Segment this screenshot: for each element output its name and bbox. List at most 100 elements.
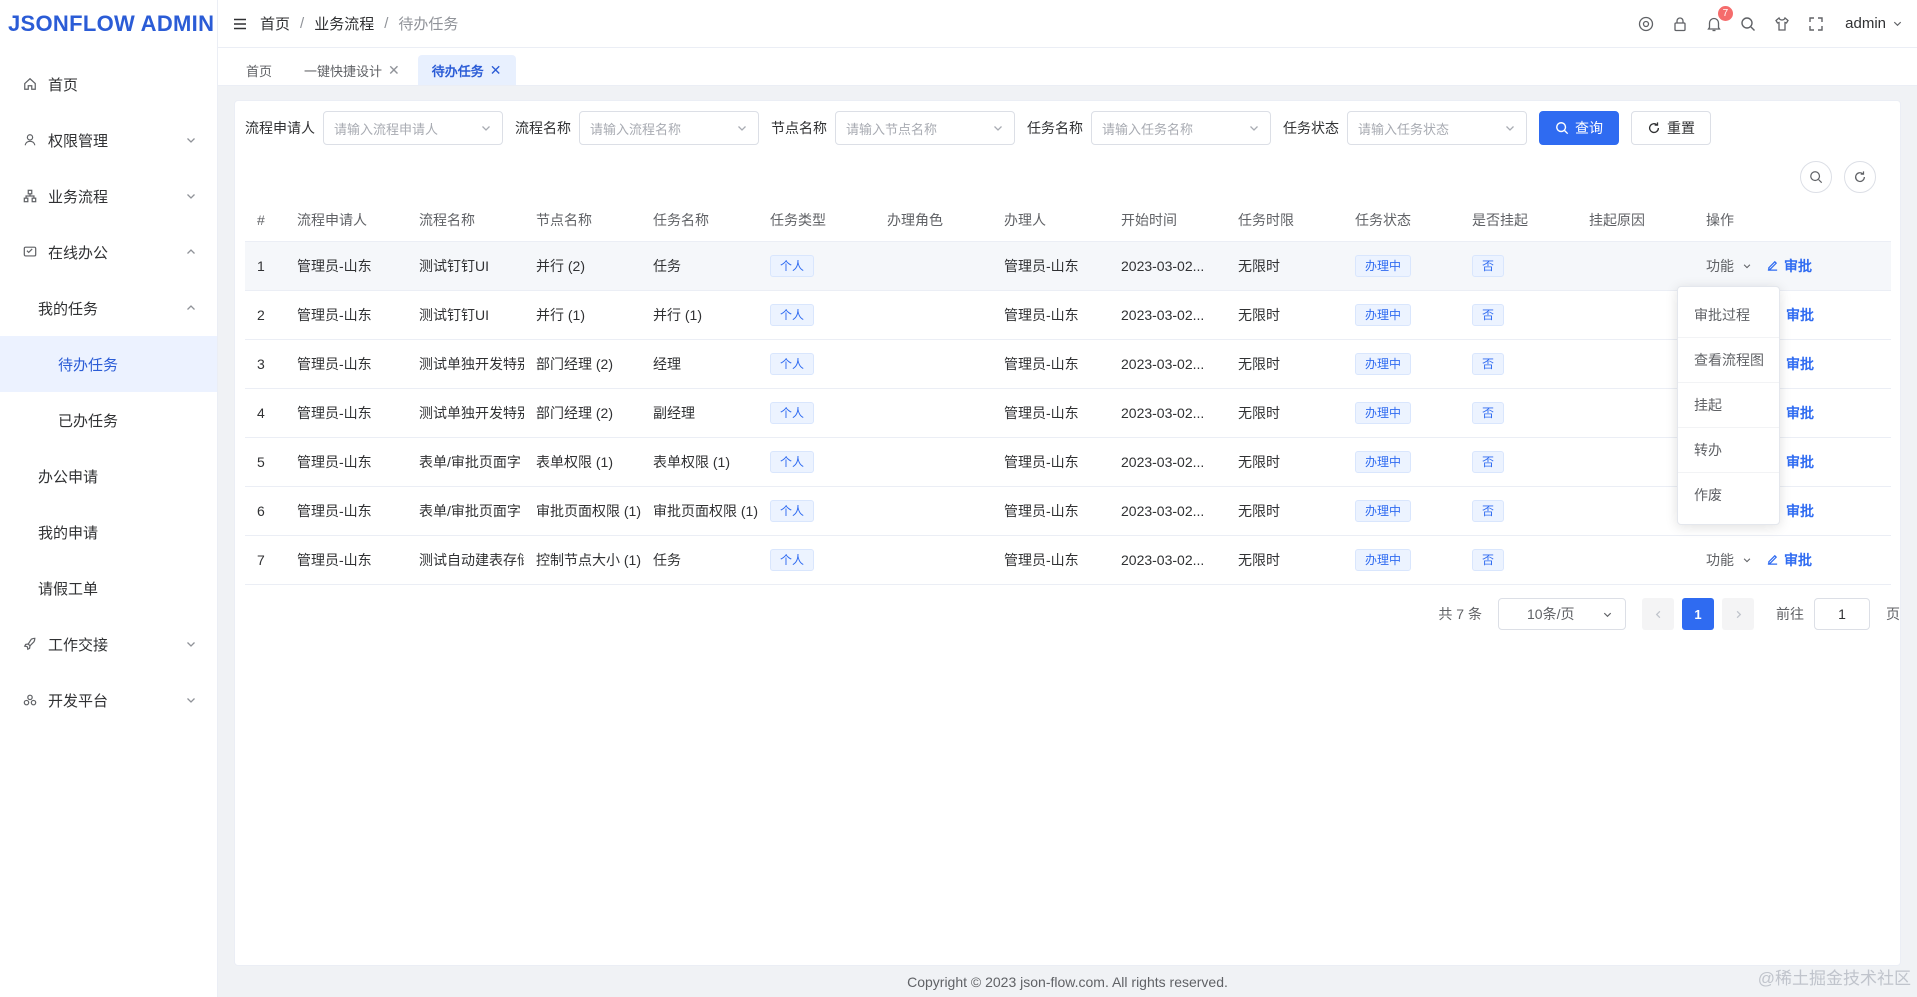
- table-cell-flow: 测试单独开发特别: [407, 339, 524, 389]
- sidebar-item-leave-order[interactable]: 请假工单: [0, 560, 217, 616]
- select-placeholder: 请输入任务名称: [1102, 121, 1194, 137]
- sidebar-item-business-flow[interactable]: 业务流程: [0, 168, 217, 224]
- sidebar-item-label: 我的任务: [38, 300, 99, 318]
- sidebar-item-permissions[interactable]: 权限管理: [0, 112, 217, 168]
- table-cell-handler: 管理员-山东: [992, 339, 1109, 389]
- chevron-left-icon: [1655, 610, 1660, 618]
- github-icon[interactable]: [1637, 15, 1655, 33]
- breadcrumb-business-flow[interactable]: 业务流程: [314, 13, 374, 34]
- table-cell-type: 个人: [758, 535, 875, 585]
- table-cell-node: 审批页面权限 (1): [524, 486, 641, 536]
- function-dropdown-button[interactable]: 功能: [1706, 256, 1752, 276]
- filter-label-task-status: 任务状态: [1283, 120, 1339, 136]
- search-button[interactable]: 查询: [1539, 111, 1619, 145]
- select-placeholder: 请输入节点名称: [846, 121, 938, 137]
- sidebar-item-handover[interactable]: 工作交接: [0, 616, 217, 672]
- app-logo[interactable]: JSONFLOW ADMIN: [0, 0, 217, 48]
- table-cell-node: 部门经理 (2): [524, 339, 641, 389]
- suspended-tag: 否: [1472, 352, 1505, 375]
- sidebar-item-my-tasks[interactable]: 我的任务: [0, 280, 217, 336]
- toggle-search-button[interactable]: [1800, 161, 1832, 193]
- fullscreen-icon[interactable]: [1807, 15, 1825, 33]
- chevron-down-icon: [1743, 557, 1751, 562]
- chevron-down-icon: [187, 138, 195, 143]
- menu-item-view-flowchart[interactable]: 查看流程图: [1678, 338, 1779, 383]
- table-cell-suspended: 否: [1460, 486, 1577, 536]
- table-cell-handler: 管理员-山东: [992, 388, 1109, 438]
- notification-bell-icon[interactable]: 7: [1705, 5, 1734, 33]
- page-number-current[interactable]: 1: [1682, 598, 1714, 630]
- table-cell-limit: 无限时: [1226, 486, 1343, 536]
- function-dropdown-button[interactable]: 功能: [1706, 550, 1752, 570]
- user-menu[interactable]: admin: [1845, 15, 1903, 32]
- edit-icon: [1767, 260, 1778, 271]
- flow-name-select[interactable]: 请输入流程名称: [579, 111, 759, 145]
- sidebar-item-pending-tasks[interactable]: 待办任务: [0, 336, 217, 392]
- task-status-select[interactable]: 请输入任务状态: [1347, 111, 1527, 145]
- lock-icon[interactable]: [1671, 15, 1689, 33]
- sidebar-item-office-apply[interactable]: 办公申请: [0, 448, 217, 504]
- column-header: 操作: [1694, 199, 1891, 242]
- tab-pending-tasks[interactable]: 待办任务 ✕: [417, 55, 516, 85]
- column-header: 流程名称: [407, 199, 524, 242]
- sidebar-item-label: 已办任务: [58, 412, 119, 430]
- sidebar-item-label: 待办任务: [58, 356, 119, 374]
- table-cell-flow: 测试钉钉UI: [407, 290, 524, 340]
- breadcrumb: 首页 / 业务流程 / 待办任务: [260, 13, 458, 34]
- table-cell-handler: 管理员-山东: [992, 486, 1109, 536]
- reset-button[interactable]: 重置: [1631, 111, 1711, 145]
- node-name-select[interactable]: 请输入节点名称: [835, 111, 1015, 145]
- table-cell-task: 审批页面权限 (1): [641, 486, 758, 536]
- tabs-bar: 首页 一键快捷设计 ✕ 待办任务 ✕: [218, 48, 1917, 86]
- main-card: 流程申请人 请输入流程申请人 流程名称 请输入流程名称 节点名称 请输入节点名称…: [234, 100, 1901, 966]
- select-placeholder: 请输入流程申请人: [334, 121, 439, 137]
- theme-icon[interactable]: [1773, 15, 1791, 33]
- table-cell-status: 办理中: [1343, 437, 1460, 487]
- prev-page-button[interactable]: [1642, 598, 1674, 630]
- search-icon: [1810, 171, 1823, 184]
- page-size-select[interactable]: 10条/页: [1498, 598, 1626, 630]
- suspended-tag: 否: [1472, 548, 1505, 571]
- refresh-icon: [1648, 122, 1660, 134]
- menu-toggle-icon[interactable]: [232, 16, 248, 32]
- function-label: 功能: [1706, 257, 1734, 274]
- approve-label: 审批: [1786, 306, 1814, 323]
- tab-quick-design[interactable]: 一键快捷设计 ✕: [290, 55, 414, 85]
- chevron-down-icon: [187, 194, 195, 199]
- menu-item-approval-process[interactable]: 审批过程: [1678, 293, 1779, 338]
- close-icon[interactable]: ✕: [388, 63, 400, 77]
- sidebar-item-online-office[interactable]: 在线办公: [0, 224, 217, 280]
- sidebar-item-done-tasks[interactable]: 已办任务: [0, 392, 217, 448]
- status-tag: 办理中: [1355, 499, 1412, 522]
- sidebar-item-dev-platform[interactable]: 开发平台: [0, 672, 217, 728]
- approve-button[interactable]: 审批: [1766, 550, 1812, 570]
- table-cell-limit: 无限时: [1226, 535, 1343, 585]
- sidebar-item-home[interactable]: 首页: [0, 56, 217, 112]
- menu-item-suspend[interactable]: 挂起: [1678, 383, 1779, 428]
- suspended-tag: 否: [1472, 499, 1505, 522]
- sidebar-item-label: 工作交接: [48, 636, 109, 654]
- jump-page-input[interactable]: 1: [1814, 598, 1870, 630]
- menu-item-void[interactable]: 作废: [1678, 473, 1779, 518]
- approve-label: 审批: [1786, 453, 1814, 470]
- tab-home[interactable]: 首页: [232, 55, 286, 85]
- sidebar-item-label: 业务流程: [48, 188, 109, 206]
- chevron-down-icon: [187, 642, 195, 647]
- search-icon[interactable]: [1739, 15, 1757, 33]
- platform-icon: [22, 692, 38, 708]
- table-cell-role: [875, 241, 992, 291]
- approve-button[interactable]: 审批: [1766, 256, 1812, 276]
- suspended-tag: 否: [1472, 254, 1505, 277]
- sidebar-item-my-apply[interactable]: 我的申请: [0, 504, 217, 560]
- approve-label: 审批: [1786, 502, 1814, 519]
- tab-label: 待办任务: [431, 63, 484, 79]
- close-icon[interactable]: ✕: [490, 63, 502, 77]
- breadcrumb-home[interactable]: 首页: [260, 13, 290, 34]
- table-cell-task: 表单权限 (1): [641, 437, 758, 487]
- task-name-select[interactable]: 请输入任务名称: [1091, 111, 1271, 145]
- menu-item-transfer[interactable]: 转办: [1678, 428, 1779, 473]
- refresh-table-button[interactable]: [1844, 161, 1876, 193]
- next-page-button[interactable]: [1722, 598, 1754, 630]
- applicant-select[interactable]: 请输入流程申请人: [323, 111, 503, 145]
- table-row: 5 管理员-山东 表单/审批页面字 表单权限 (1) 表单权限 (1) 个人 管理员-山东 2…: [245, 437, 1891, 487]
